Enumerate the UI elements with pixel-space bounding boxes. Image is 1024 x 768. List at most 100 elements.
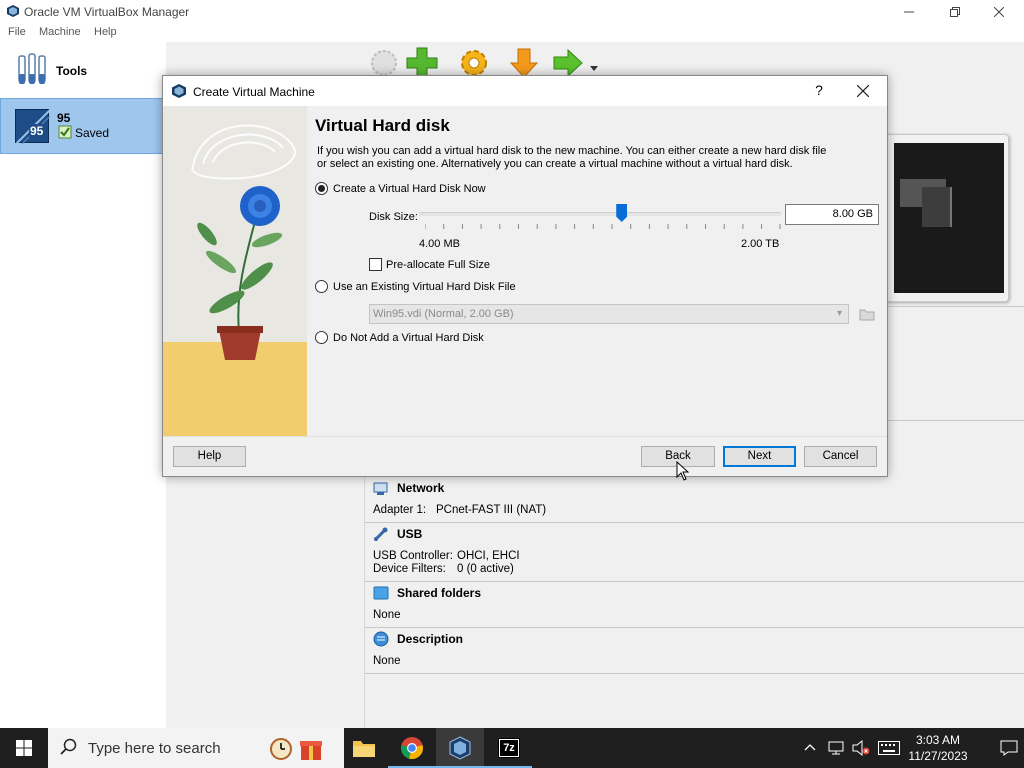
usb-filters-label: Device Filters:	[373, 563, 446, 575]
minimize-button[interactable]	[886, 0, 932, 24]
usb-controller-label: USB Controller:	[373, 550, 453, 562]
taskbar: Type here to search 7z 3:03 AM 11/27/202…	[0, 728, 1024, 768]
cancel-button[interactable]: Cancel	[804, 446, 877, 467]
chrome-icon	[401, 737, 423, 759]
usb-icon	[374, 527, 388, 541]
menu-machine[interactable]: Machine	[39, 26, 81, 38]
vm-os-icon: 95	[15, 109, 51, 145]
alarm-clock-icon	[270, 738, 292, 760]
vm-list-item[interactable]: 95 95 Saved	[0, 98, 166, 154]
minimize-icon	[904, 11, 914, 13]
keyboard-icon[interactable]	[878, 741, 900, 755]
dialog-help-button[interactable]: ?	[811, 82, 827, 100]
speaker-muted-icon[interactable]	[852, 740, 870, 756]
help-button[interactable]: Help	[173, 446, 246, 467]
clock-date: 11/27/2023	[908, 749, 968, 763]
menu-help[interactable]: Help	[94, 26, 117, 38]
slider-min-label: 4.00 MB	[419, 238, 460, 250]
taskbar-chrome[interactable]	[388, 728, 436, 768]
use-existing-disk-label[interactable]: Use an Existing Virtual Hard Disk File	[333, 281, 516, 293]
description-icon	[373, 631, 389, 647]
search-icon	[60, 738, 77, 755]
taskbar-7zip[interactable]: 7z	[484, 728, 532, 768]
restore-icon	[950, 7, 960, 17]
folder-icon	[353, 741, 375, 757]
create-disk-now-radio[interactable]	[315, 182, 328, 195]
close-button[interactable]	[976, 0, 1022, 24]
disk-size-input[interactable]: 8.00 GB	[785, 204, 879, 225]
dialog-footer: Help Back Next Cancel	[163, 436, 887, 476]
usb-title: USB	[397, 527, 423, 541]
dialog-title: Create Virtual Machine	[193, 85, 315, 99]
use-existing-disk-radio[interactable]	[315, 280, 328, 293]
virtualbox-icon	[449, 736, 471, 760]
existing-disk-select[interactable]: Win95.vdi (Normal, 2.00 GB) ▾	[369, 304, 849, 324]
create-vm-dialog: Create Virtual Machine ? Virtual Hard di…	[162, 75, 888, 477]
next-button[interactable]: Next	[723, 446, 796, 467]
create-disk-now-label[interactable]: Create a Virtual Hard Disk Now	[333, 183, 486, 195]
usb-controller-row: USB Controller: OHCI, EHCI	[373, 550, 520, 562]
maximize-button[interactable]	[932, 0, 978, 24]
existing-disk-select-value: Win95.vdi (Normal, 2.00 GB)	[373, 308, 514, 320]
tools-icon	[18, 53, 46, 84]
disk-size-slider-ticks	[425, 224, 781, 229]
taskbar-clock[interactable]: 3:03 AM 11/27/2023	[898, 732, 978, 764]
description-value: None	[373, 655, 401, 667]
window-titlebar: Oracle VM VirtualBox Manager	[0, 0, 1024, 24]
dialog-body: Virtual Hard disk If you wish you can ad…	[163, 106, 887, 436]
wizard-description: If you wish you can add a virtual hard d…	[317, 145, 827, 170]
vm-name: 95	[57, 111, 71, 125]
taskbar-virtualbox[interactable]	[436, 728, 484, 768]
network-adapter-row: Adapter 1: PCnet-FAST III (NAT)	[373, 504, 546, 516]
wizard-page: Virtual Hard disk If you wish you can ad…	[307, 106, 887, 436]
disk-size-slider-track[interactable]	[419, 212, 781, 216]
search-placeholder: Type here to search	[88, 740, 221, 757]
7zip-icon: 7z	[498, 738, 520, 758]
network-adapter-value: PCnet-FAST III (NAT)	[436, 504, 547, 516]
shared-folders-value: None	[373, 609, 401, 621]
close-icon	[994, 7, 1004, 17]
notifications-icon[interactable]	[1000, 740, 1018, 756]
saved-state-icon	[58, 125, 72, 139]
wizard-heading: Virtual Hard disk	[315, 116, 450, 135]
disk-size-slider-thumb[interactable]	[616, 204, 628, 222]
disk-size-label: Disk Size:	[369, 211, 418, 223]
usb-filters-row: Device Filters: 0 (0 active)	[373, 563, 514, 575]
menu-bar: File Machine Help	[0, 24, 1024, 42]
preallocate-checkbox[interactable]	[369, 258, 382, 271]
network-tray-icon[interactable]	[828, 740, 844, 756]
taskbar-search-box[interactable]: Type here to search	[48, 728, 344, 768]
preview-screen	[894, 143, 1004, 293]
start-dropdown-chevron-icon[interactable]	[590, 66, 598, 72]
network-adapter-label: Adapter 1:	[373, 504, 427, 516]
mouse-cursor-icon	[676, 461, 689, 481]
menu-file[interactable]: File	[8, 26, 26, 38]
tools-label: Tools	[56, 64, 88, 78]
start-button[interactable]	[0, 728, 48, 768]
choose-disk-folder-icon[interactable]	[859, 307, 875, 321]
virtualbox-dialog-icon	[172, 84, 186, 98]
dialog-close-button[interactable]	[853, 81, 873, 101]
shared-folders-title: Shared folders	[397, 586, 482, 600]
shared-folder-icon	[373, 586, 389, 600]
network-icon	[373, 482, 388, 495]
no-disk-radio[interactable]	[315, 331, 328, 344]
show-hidden-icons-chevron-icon[interactable]	[804, 742, 816, 754]
no-disk-label[interactable]: Do Not Add a Virtual Hard Disk	[333, 332, 484, 344]
window-title: Oracle VM VirtualBox Manager	[24, 5, 190, 19]
usb-filters-value: 0 (0 active)	[457, 563, 514, 575]
wizard-illustration	[163, 106, 307, 436]
gift-icon	[300, 741, 322, 760]
virtualbox-app-icon	[7, 5, 19, 17]
network-title: Network	[397, 481, 445, 495]
usb-controller-value: OHCI, EHCI	[457, 550, 520, 562]
chevron-down-icon: ▾	[836, 308, 842, 319]
preview-frame	[885, 134, 1009, 302]
tools-item[interactable]: Tools	[0, 48, 166, 92]
windows-logo-icon	[16, 740, 32, 756]
close-icon	[856, 84, 870, 98]
preallocate-label[interactable]: Pre-allocate Full Size	[386, 259, 490, 271]
machine-list-panel: Tools 95 95 Saved	[0, 42, 166, 728]
clock-time: 3:03 AM	[915, 733, 961, 747]
taskbar-file-explorer[interactable]	[340, 728, 388, 768]
